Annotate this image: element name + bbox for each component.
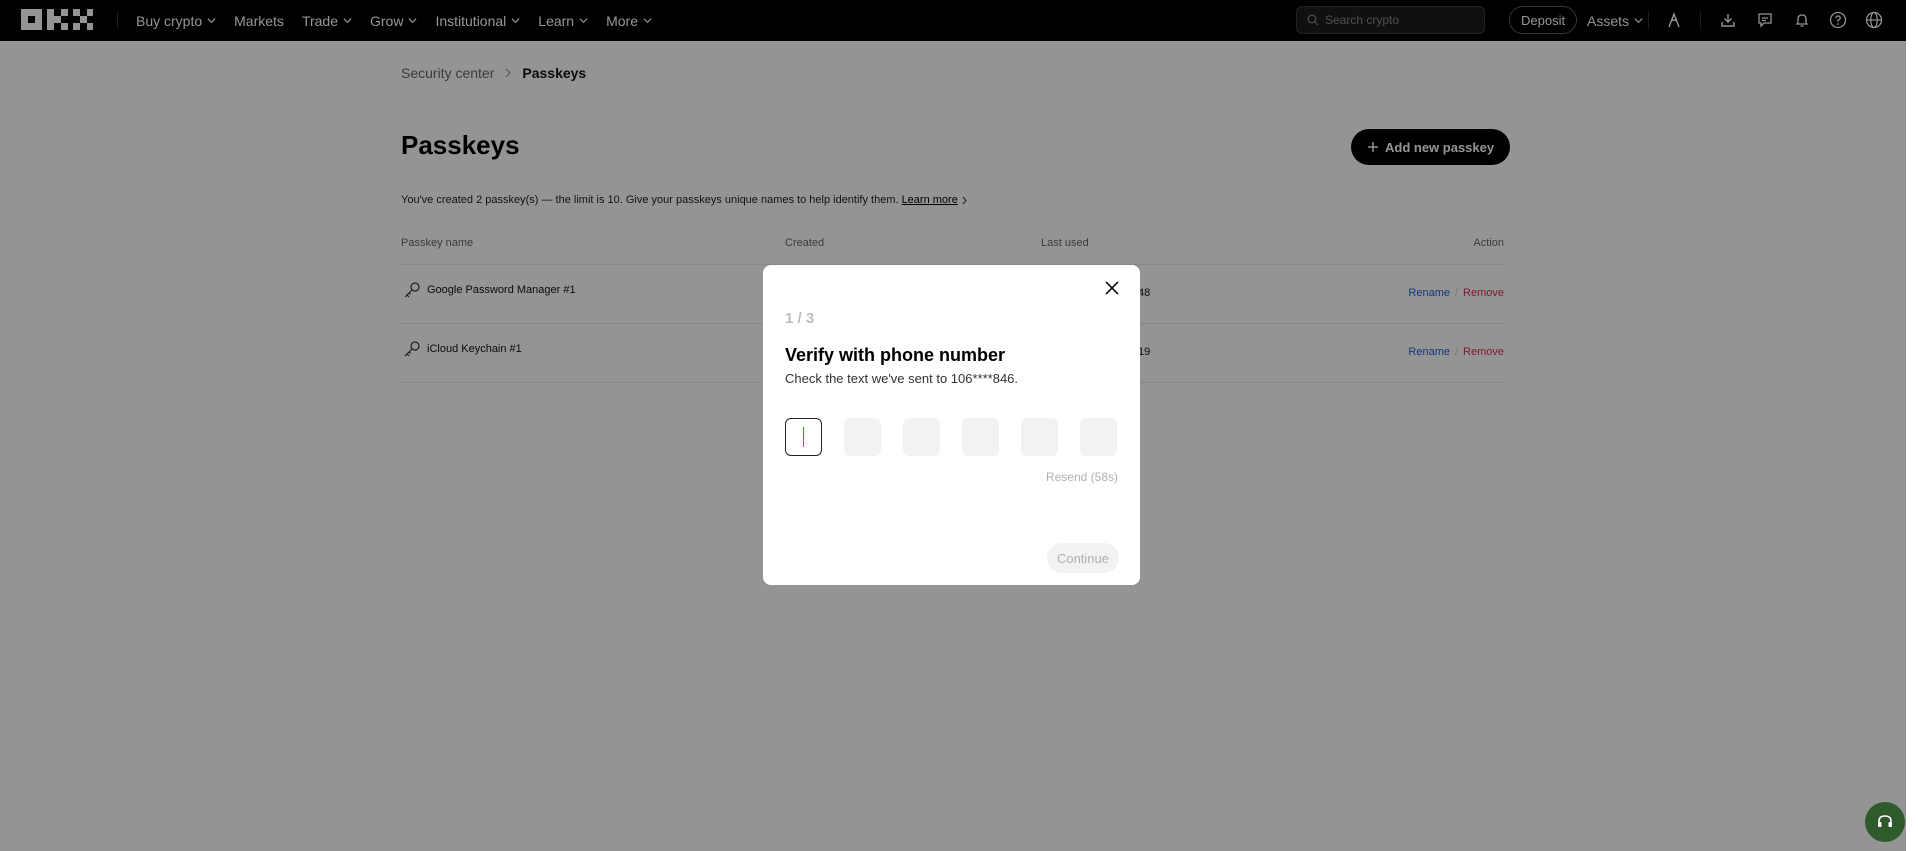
otp-digit-2[interactable]: [844, 418, 881, 456]
otp-digit-3[interactable]: [903, 418, 940, 456]
continue-button[interactable]: Continue: [1046, 543, 1119, 573]
page-scroll-edge: [1906, 0, 1918, 851]
step-indicator: 1 / 3: [785, 310, 815, 327]
support-chat-button[interactable]: [1865, 802, 1905, 842]
otp-digit-1[interactable]: [785, 418, 822, 456]
resend-countdown: Resend (58s): [1045, 470, 1118, 484]
headset-icon: [1878, 815, 1892, 827]
otp-input-group: [785, 418, 1117, 456]
close-button[interactable]: [1100, 276, 1124, 300]
otp-digit-4[interactable]: [962, 418, 999, 456]
verify-phone-modal: 1 / 3 Verify with phone number Check the…: [763, 265, 1140, 585]
otp-digit-6[interactable]: [1080, 418, 1117, 456]
text-caret: [803, 427, 804, 447]
modal-subtitle: Check the text we've sent to 106****846.: [785, 371, 1019, 386]
otp-digit-5[interactable]: [1021, 418, 1058, 456]
close-icon: [1105, 281, 1119, 295]
modal-title: Verify with phone number: [785, 345, 1006, 365]
